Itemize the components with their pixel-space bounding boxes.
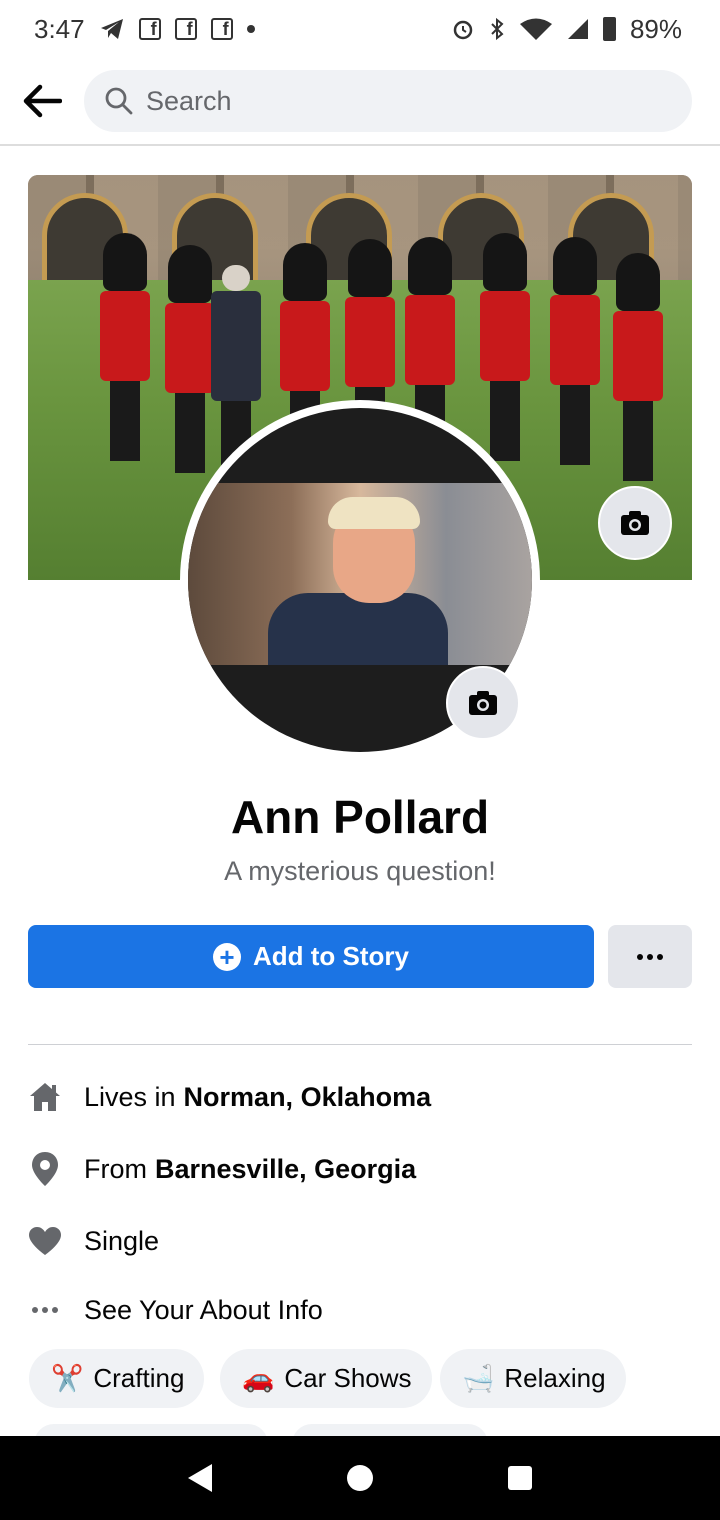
bluetooth-icon xyxy=(491,17,504,41)
info-from: From Barnesville, Georgia xyxy=(28,1144,692,1194)
battery-percent: 89% xyxy=(629,13,682,44)
cover-guard xyxy=(550,237,600,465)
cover-guard xyxy=(100,233,150,461)
status-left: 3:47 f f f xyxy=(34,14,255,45)
home-icon xyxy=(28,1080,62,1114)
cover-guard xyxy=(480,233,530,461)
divider xyxy=(28,1044,692,1045)
bathtub-icon: 🛁 xyxy=(462,1363,495,1393)
profile-bio[interactable]: A mysterious question! xyxy=(0,856,720,887)
more-dot xyxy=(657,953,663,960)
hobby-label: Car Shows xyxy=(284,1363,412,1393)
telegram-icon xyxy=(100,19,123,39)
from-place[interactable]: Barnesville, Georgia xyxy=(155,1154,416,1185)
hobby-chip-relaxing[interactable]: 🛁 Relaxing xyxy=(440,1349,626,1408)
nav-recents-icon[interactable] xyxy=(508,1466,533,1490)
add-to-story-label: Add to Story xyxy=(253,941,409,971)
system-nav-bar xyxy=(0,1436,720,1520)
camera-icon xyxy=(621,511,649,535)
facebook-icon: f xyxy=(174,18,197,40)
search-input[interactable] xyxy=(146,85,646,117)
back-button[interactable] xyxy=(0,59,84,143)
facebook-icon: f xyxy=(210,18,233,40)
wifi-icon xyxy=(519,18,552,40)
battery-icon xyxy=(602,17,616,41)
status-bar: 3:47 f f f 89% xyxy=(0,0,720,58)
from-prefix: From xyxy=(84,1153,147,1184)
search-icon xyxy=(105,87,133,115)
nav-back-icon[interactable] xyxy=(187,1464,212,1492)
search-bar[interactable] xyxy=(84,70,692,132)
lives-place[interactable]: Norman, Oklahoma xyxy=(184,1082,432,1113)
scissors-icon: ✂️ xyxy=(51,1363,84,1393)
facebook-icon: f xyxy=(138,18,161,40)
arrow-left-icon xyxy=(23,84,62,118)
alarm-icon xyxy=(453,20,473,40)
add-to-story-button[interactable]: + Add to Story xyxy=(28,925,594,988)
dot-icon xyxy=(246,25,255,33)
profile-photo xyxy=(188,483,532,665)
hobby-chip-car-shows[interactable]: 🚗 Car Shows xyxy=(220,1349,432,1408)
hobby-chip-crafting[interactable]: ✂️ Crafting xyxy=(29,1349,205,1408)
more-dot xyxy=(637,953,643,960)
more-dots-icon xyxy=(28,1293,62,1327)
location-pin-icon xyxy=(28,1152,62,1186)
edit-cover-button[interactable] xyxy=(598,486,672,560)
edit-profile-picture-button[interactable] xyxy=(446,666,520,740)
see-about-info-label: See Your About Info xyxy=(84,1294,323,1325)
hobby-label: Relaxing xyxy=(504,1363,606,1393)
more-options-button[interactable] xyxy=(608,925,692,988)
search-header xyxy=(0,58,720,146)
car-icon: 🚗 xyxy=(242,1363,275,1393)
more-dot xyxy=(647,953,653,960)
nav-home-icon[interactable] xyxy=(346,1465,373,1491)
cover-guard xyxy=(613,253,663,481)
info-relationship: Single xyxy=(28,1216,692,1266)
status-time: 3:47 xyxy=(34,13,85,44)
plus-circle-icon: + xyxy=(213,942,241,971)
cover-guard xyxy=(165,245,215,473)
signal-icon xyxy=(567,19,588,39)
relationship-status: Single xyxy=(84,1225,160,1256)
hobby-label: Crafting xyxy=(93,1363,185,1393)
lives-prefix: Lives in xyxy=(84,1081,176,1112)
heart-icon xyxy=(28,1224,62,1258)
profile-name: Ann Pollard xyxy=(230,791,490,843)
see-about-info-link[interactable]: See Your About Info xyxy=(28,1285,692,1335)
info-lives-in: Lives in Norman, Oklahoma xyxy=(28,1072,692,1122)
camera-icon xyxy=(469,691,497,715)
status-right: 89% xyxy=(451,14,682,45)
